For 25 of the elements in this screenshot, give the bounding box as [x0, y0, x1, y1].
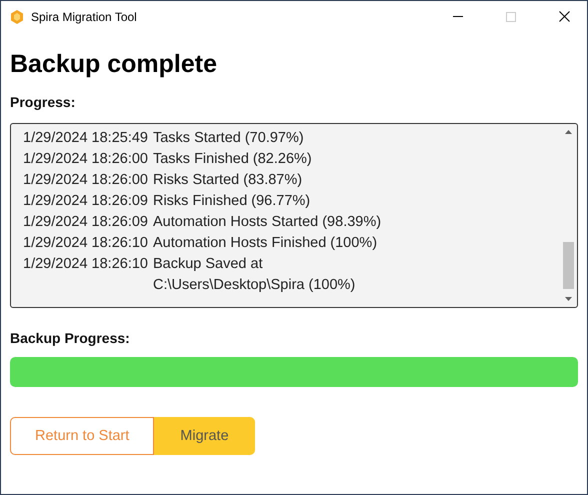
- close-icon[interactable]: [558, 11, 570, 22]
- log-message: Tasks Finished (82.26%): [152, 150, 312, 169]
- log-message: C:\Users\Desktop\Spira (100%): [152, 276, 356, 295]
- status-heading: Backup complete: [10, 50, 218, 80]
- log-message: Tasks Started (70.97%): [152, 129, 304, 148]
- backup-progress-label: Backup Progress:: [10, 330, 131, 346]
- log-timestamp: 1/29/2024 18:26:10: [23, 234, 148, 253]
- log-message: Risks Finished (96.77%): [152, 192, 310, 211]
- log-message: Risks Started (83.87%): [152, 171, 302, 190]
- return-button[interactable]: Return to Start: [10, 417, 154, 455]
- progress-label: Progress:: [10, 94, 76, 110]
- log-timestamp: 1/29/2024 18:26:09: [23, 213, 148, 232]
- log-timestamp: 1/29/2024 18:26:09: [23, 192, 148, 211]
- log-message: Automation Hosts Finished (100%): [152, 234, 378, 253]
- maximize-icon[interactable]: [506, 12, 516, 22]
- log-timestamp: 1/29/2024 18:25:49: [23, 129, 148, 148]
- app-logo-icon: [10, 10, 24, 24]
- minimize-icon[interactable]: [453, 16, 463, 17]
- migrate-button[interactable]: Migrate: [154, 417, 255, 455]
- log-message: Backup Saved at: [152, 255, 264, 274]
- window-title: Spira Migration Tool: [31, 10, 138, 24]
- log-timestamp: 1/29/2024 18:26:10: [23, 255, 148, 274]
- log-message: Automation Hosts Started (98.39%): [152, 213, 382, 232]
- log-timestamp: 1/29/2024 18:26:00: [23, 150, 148, 169]
- log-timestamp: 1/29/2024 18:26:00: [23, 171, 148, 190]
